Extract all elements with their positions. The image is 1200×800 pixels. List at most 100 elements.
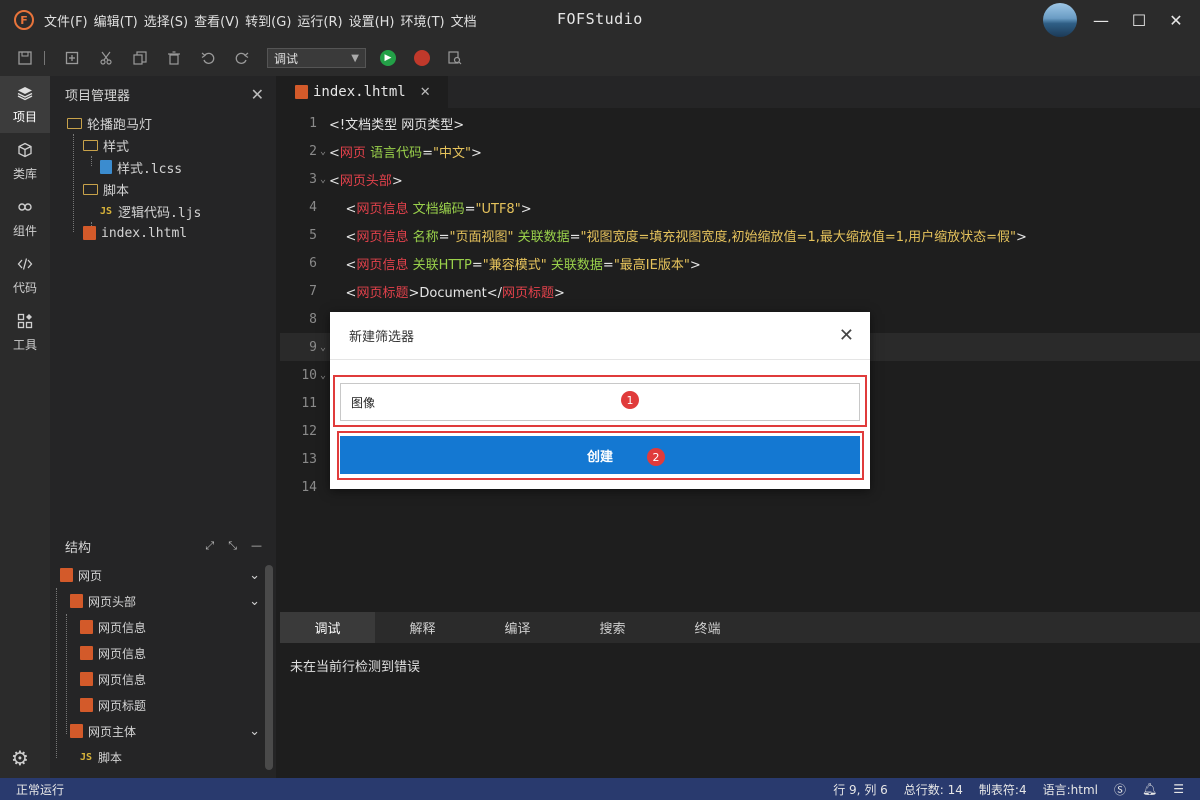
struct-item-meta[interactable]: 网页信息: [50, 614, 276, 640]
close-icon[interactable]: ✕: [839, 325, 854, 346]
chevron-down-icon[interactable]: ⌄: [317, 370, 329, 381]
maximize-button[interactable]: ☐: [1125, 6, 1153, 34]
chevron-down-icon[interactable]: ⌄: [317, 146, 329, 157]
line-number: 14: [301, 479, 317, 495]
search-file-icon[interactable]: [446, 49, 464, 67]
status-language[interactable]: 语言:html: [1043, 781, 1098, 798]
chevron-down-icon[interactable]: ⌄: [317, 342, 329, 353]
activity-library-label: 类库: [12, 166, 37, 181]
struct-item-page[interactable]: 网页 ⌄: [50, 562, 276, 588]
code-content: <网页头部>: [329, 173, 403, 189]
struct-item-script[interactable]: JS 脚本: [50, 744, 276, 770]
tab-search[interactable]: 搜索: [565, 612, 660, 643]
chevron-down-icon[interactable]: ⌄: [249, 594, 260, 609]
menu-environment[interactable]: 环境(T): [401, 11, 445, 30]
tab-terminal[interactable]: 终端: [660, 612, 755, 643]
tab-compile[interactable]: 编译: [470, 612, 565, 643]
menu-settings[interactable]: 设置(H): [349, 11, 395, 30]
css-file-icon: [100, 160, 112, 174]
line-number: 1: [309, 115, 317, 131]
menu-select[interactable]: 选择(S): [144, 11, 188, 30]
tree-file-js[interactable]: JS 逻辑代码.ljs: [50, 200, 276, 222]
activity-project[interactable]: 项目: [0, 76, 50, 133]
struct-item-meta[interactable]: 网页信息: [50, 666, 276, 692]
code-content: <网页标题>Document</网页标题>: [345, 285, 565, 301]
code-icon: [17, 256, 33, 276]
line-number: 9: [309, 339, 317, 355]
menu-view[interactable]: 查看(V): [194, 11, 239, 30]
run-mode-value: 调试: [274, 51, 299, 66]
chevron-down-icon[interactable]: ⌄: [249, 568, 260, 583]
struct-item-meta[interactable]: 网页信息: [50, 640, 276, 666]
delete-icon[interactable]: [165, 49, 183, 67]
activity-tools[interactable]: 工具: [0, 304, 50, 361]
menu-run[interactable]: 运行(R): [297, 11, 342, 30]
structure-panel-header: 结构 ⤢ ⤡ —: [50, 530, 276, 562]
tab-index-lhtml[interactable]: index.lhtml ✕: [280, 76, 448, 108]
close-icon[interactable]: ✕: [420, 85, 431, 100]
code-line: 3 ⌄ <网页头部>: [280, 165, 1200, 193]
copy-icon[interactable]: [131, 49, 149, 67]
chevron-down-icon[interactable]: ⌄: [249, 724, 260, 739]
app-window: F 文件(F) 编辑(T) 选择(S) 查看(V) 转到(G) 运行(R) 设置…: [0, 0, 1200, 800]
menu-file[interactable]: 文件(F): [44, 11, 88, 30]
menu-goto[interactable]: 转到(G): [245, 11, 291, 30]
create-button[interactable]: 创建: [340, 436, 860, 474]
tab-interpret[interactable]: 解释: [375, 612, 470, 643]
activity-bar: 项目 类库 组件 代码 工具 ⚙: [0, 76, 50, 778]
dollar-icon[interactable]: Ⓢ: [1114, 781, 1126, 798]
struct-item-body[interactable]: 网页主体 ⌄: [50, 718, 276, 744]
undo-icon[interactable]: [199, 49, 217, 67]
tree-file-html[interactable]: index.lhtml: [50, 222, 276, 244]
menu-icon[interactable]: ☰: [1173, 782, 1184, 796]
dialog-header: 新建筛选器 ✕: [330, 312, 870, 360]
menu-edit[interactable]: 编辑(T): [94, 11, 138, 30]
activity-tools-label: 工具: [12, 337, 37, 352]
activity-components[interactable]: 组件: [0, 190, 50, 247]
struct-item-title[interactable]: 网页标题: [50, 692, 276, 718]
minimize-button[interactable]: —: [1087, 6, 1115, 34]
new-file-icon[interactable]: [63, 49, 81, 67]
title-bar: F 文件(F) 编辑(T) 选择(S) 查看(V) 转到(G) 运行(R) 设置…: [0, 0, 1200, 40]
redo-icon[interactable]: [233, 49, 251, 67]
tree-file-css[interactable]: 样式.lcss: [50, 156, 276, 178]
create-button-label: 创建: [586, 449, 613, 465]
code-content: <!文档类型 网页类型>: [329, 117, 465, 133]
collapse-icon[interactable]: ⤡: [228, 539, 237, 553]
activity-code-label: 代码: [12, 280, 37, 295]
tab-debug[interactable]: 调试: [280, 612, 375, 643]
close-window-button[interactable]: ✕: [1162, 6, 1190, 34]
editor-tab-bar: index.lhtml ✕: [280, 76, 1200, 108]
debug-icon[interactable]: [414, 50, 430, 66]
code-content: <网页 语言代码="中文">: [329, 145, 482, 161]
expand-icon[interactable]: ⤢: [205, 539, 214, 553]
code-line: 4 <网页信息 文档编码="UTF8">: [280, 193, 1200, 221]
activity-code[interactable]: 代码: [0, 247, 50, 304]
chevron-down-icon[interactable]: ⌄: [317, 174, 329, 185]
bell-icon[interactable]: 🔔︎: [1142, 782, 1157, 796]
run-mode-select[interactable]: 调试 ▼: [267, 48, 366, 68]
chevron-down-icon: ▼: [351, 52, 359, 64]
menu-docs[interactable]: 文档: [451, 11, 477, 30]
status-cursor-position[interactable]: 行 9, 列 6: [833, 781, 888, 798]
tree-folder-script[interactable]: 脚本: [50, 178, 276, 200]
tools-icon: [17, 313, 33, 333]
gear-icon[interactable]: ⚙: [11, 746, 29, 770]
close-icon[interactable]: ✕: [251, 85, 264, 104]
debug-message: 未在当前行检测到错误: [290, 660, 421, 675]
struct-item-head[interactable]: 网页头部 ⌄: [50, 588, 276, 614]
line-number: 7: [309, 283, 317, 299]
run-icon[interactable]: ▶: [380, 50, 396, 66]
minimize-icon[interactable]: —: [251, 539, 262, 553]
avatar[interactable]: [1043, 3, 1077, 37]
tree-root-folder[interactable]: 轮播跑马灯: [50, 112, 276, 134]
save-icon[interactable]: [16, 49, 34, 67]
struct-item-label: 网页: [78, 568, 103, 583]
cut-icon[interactable]: [97, 49, 115, 67]
structure-scrollbar[interactable]: [265, 565, 273, 770]
filter-name-input[interactable]: 图像: [340, 383, 860, 421]
activity-library[interactable]: 类库: [0, 133, 50, 190]
tree-folder-style[interactable]: 样式: [50, 134, 276, 156]
line-number: 12: [301, 423, 317, 439]
status-tab-size[interactable]: 制表符:4: [979, 781, 1027, 798]
